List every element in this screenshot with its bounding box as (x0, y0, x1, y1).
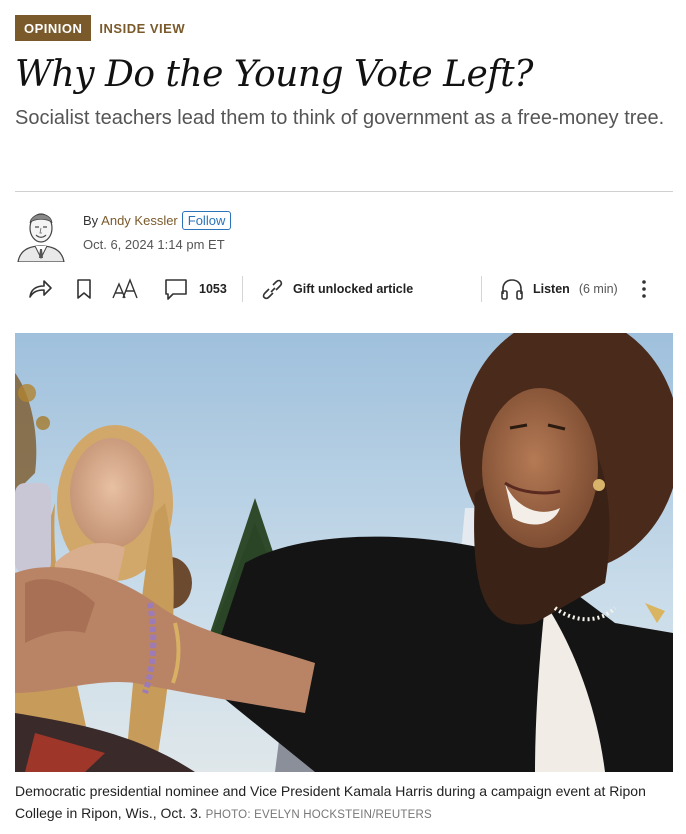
comment-icon (163, 277, 189, 301)
column-name-link[interactable]: INSIDE VIEW (99, 21, 185, 36)
follow-button[interactable]: Follow (181, 211, 232, 230)
author-avatar[interactable] (15, 206, 67, 263)
bookmark-button[interactable] (75, 268, 93, 310)
headphones-icon (499, 277, 525, 301)
author-link[interactable]: Andy Kessler (101, 213, 178, 228)
article-headline: Why Do the Young Vote Left? (15, 54, 533, 95)
share-button[interactable] (27, 268, 53, 310)
article-dek: Socialist teachers lead them to think of… (15, 107, 665, 129)
text-size-icon (111, 277, 141, 301)
publish-date: Oct. 6, 2024 1:14 pm ET (83, 237, 225, 252)
listen-duration: (6 min) (578, 282, 618, 296)
photo-caption: Democratic presidential nominee and Vice… (15, 780, 675, 826)
photo-credit: PHOTO: EVELYN HOCKSTEIN/REUTERS (205, 809, 432, 821)
gift-article-label: Gift unlocked article (293, 282, 414, 296)
byline-prefix: By (83, 213, 99, 228)
text-size-button[interactable] (111, 268, 141, 310)
toolbar-divider (242, 276, 243, 302)
bookmark-icon (75, 277, 93, 301)
more-icon (639, 277, 649, 301)
link-icon (260, 277, 286, 301)
gift-article-button[interactable]: Gift unlocked article (260, 268, 413, 310)
share-icon (27, 277, 53, 301)
comments-count: 1053 (199, 282, 227, 296)
divider (15, 191, 673, 192)
listen-button[interactable]: Listen (6 min) (499, 268, 618, 310)
article-toolbar: 1053 Gift unlocked article Listen (6 min… (15, 268, 673, 310)
article-tags: OPINION INSIDE VIEW (15, 15, 185, 41)
lead-photo[interactable] (15, 333, 673, 772)
toolbar-divider (481, 276, 482, 302)
opinion-tag[interactable]: OPINION (15, 15, 92, 41)
byline: By Andy Kessler Follow (83, 211, 232, 230)
listen-label: Listen (533, 282, 570, 296)
more-options-button[interactable] (639, 268, 649, 310)
comments-button[interactable]: 1053 (163, 268, 227, 310)
